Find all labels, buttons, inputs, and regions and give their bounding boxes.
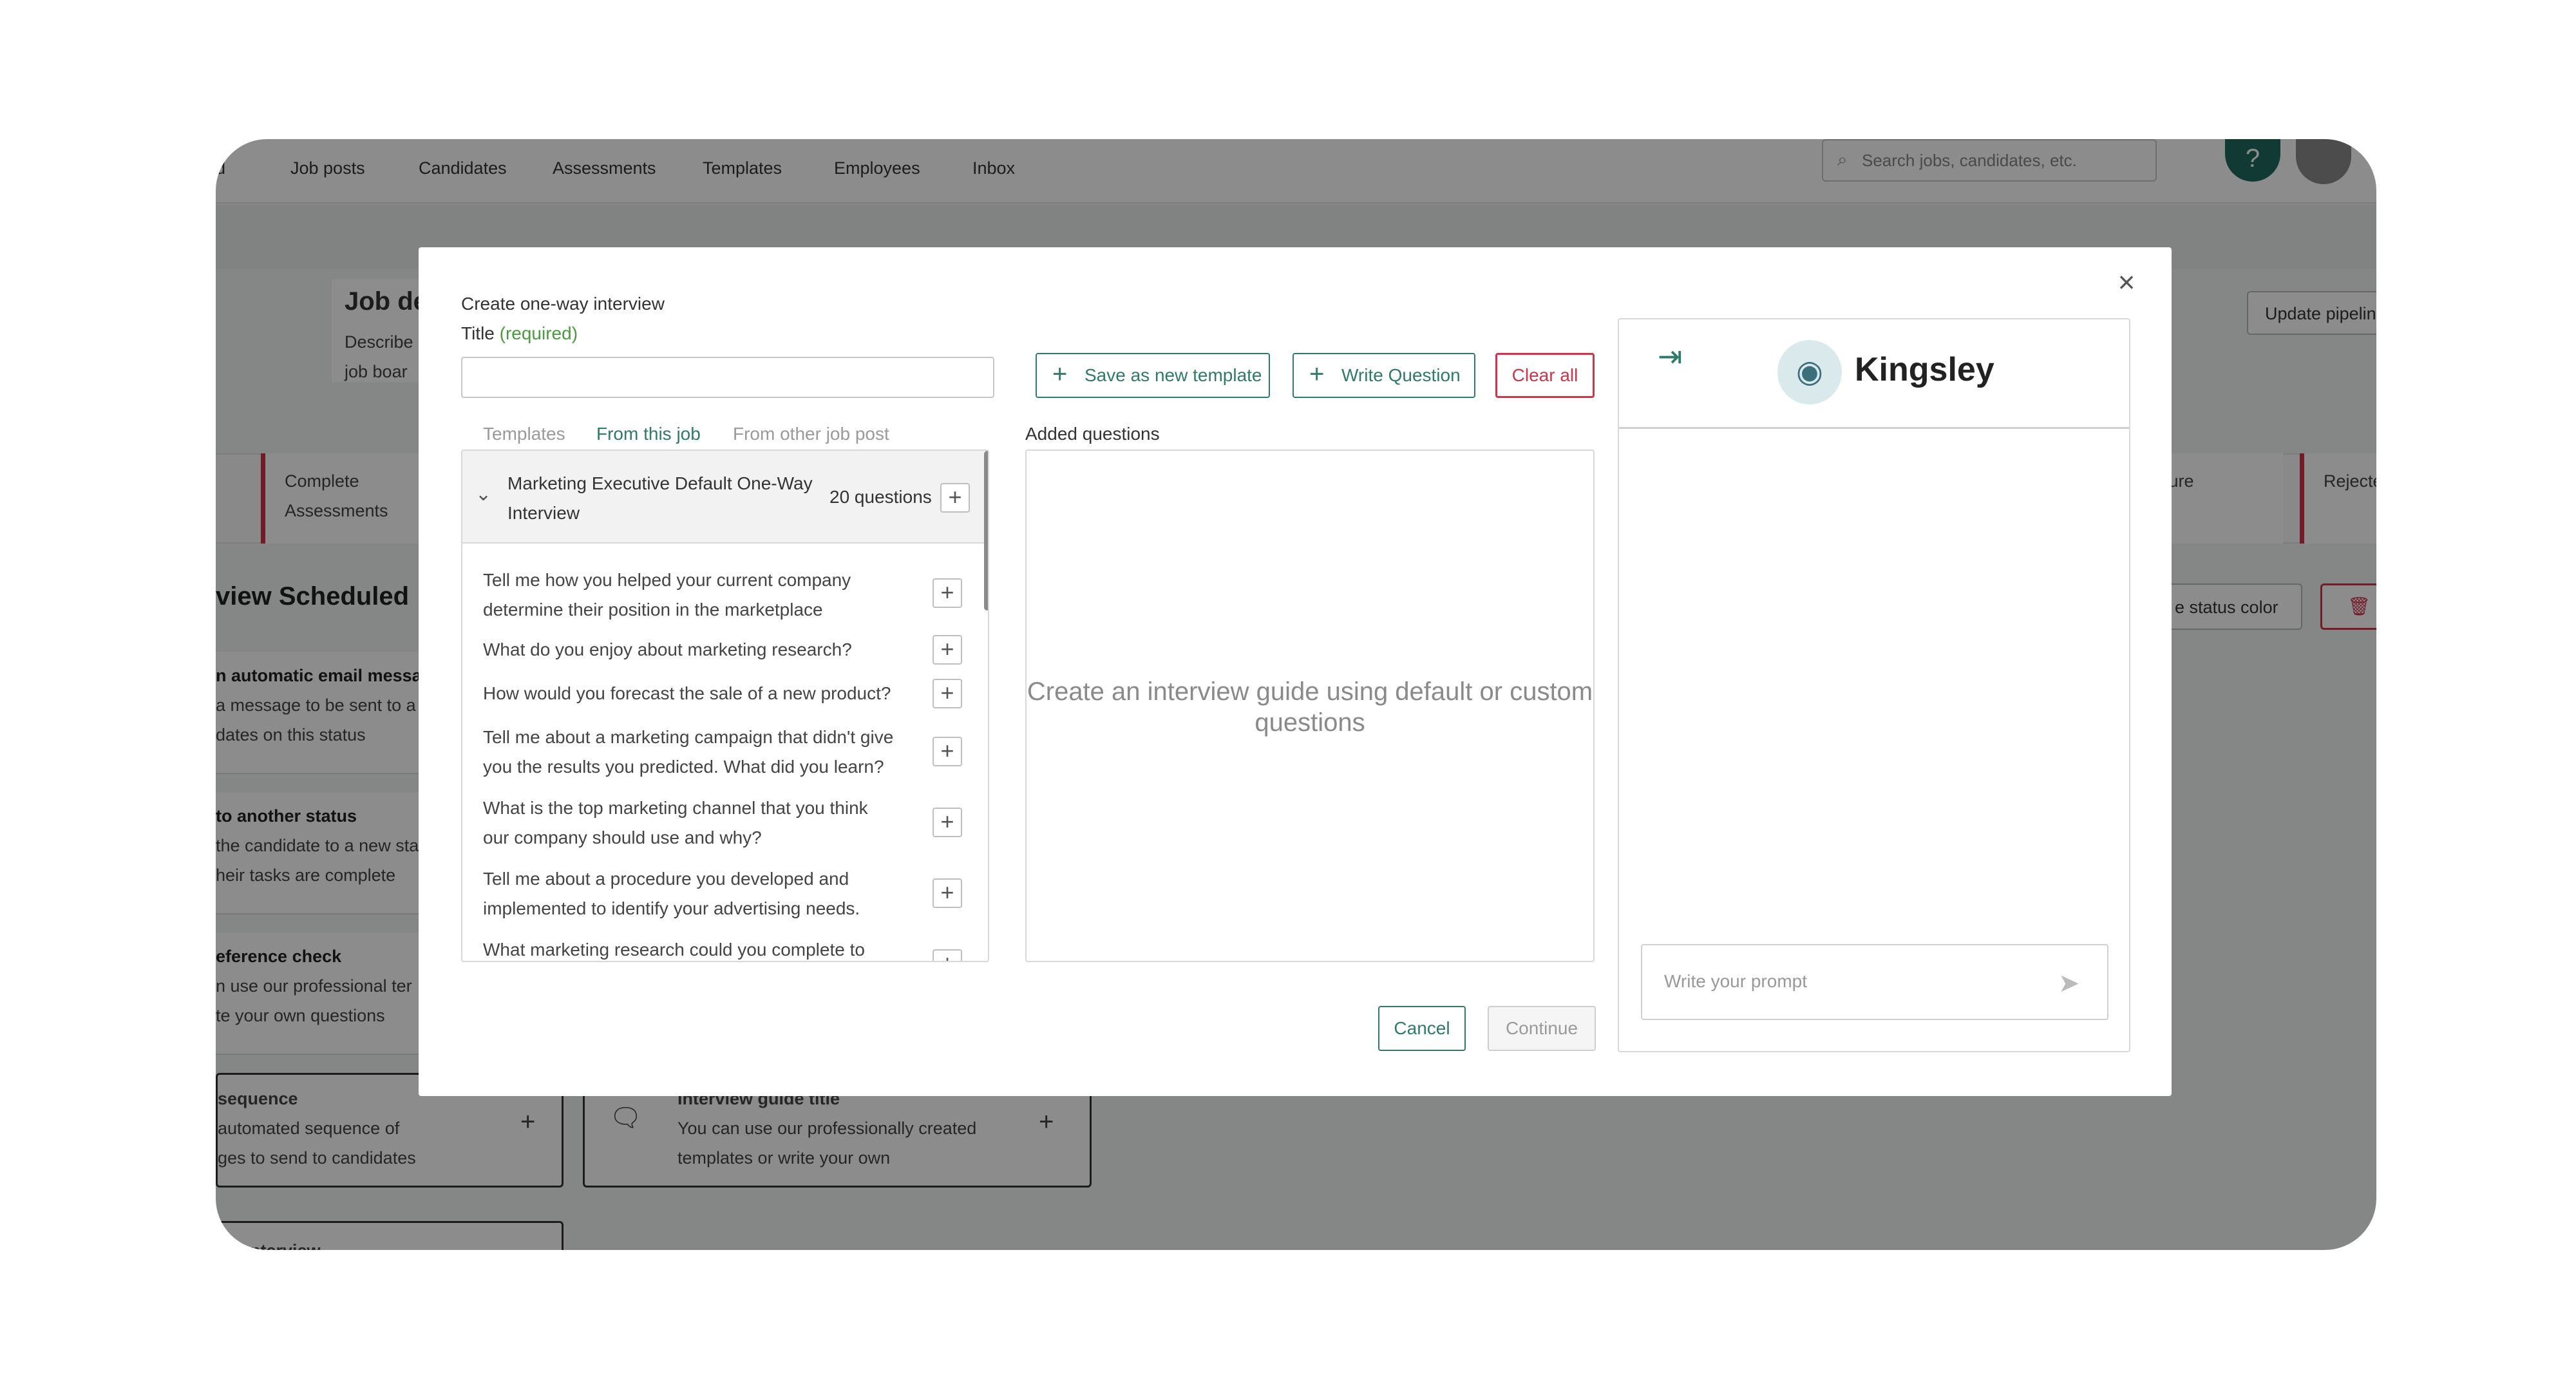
- question-item: Tell me about a marketing campaign that …: [483, 727, 894, 777]
- bot-avatar-icon: ◉: [1777, 340, 1842, 404]
- title-label-text: Title: [461, 323, 495, 343]
- scrollbar[interactable]: [984, 451, 988, 611]
- plus-icon: +: [1309, 360, 1325, 388]
- question-item: How would you forecast the sale of a new…: [483, 683, 891, 703]
- prompt-input[interactable]: Write your prompt ➤: [1641, 944, 2108, 1020]
- question-item: What marketing research could you comple…: [483, 940, 865, 960]
- tab-templates[interactable]: Templates: [483, 424, 565, 444]
- tab-from-other-job-post[interactable]: From other job post: [733, 424, 889, 444]
- cancel-button[interactable]: Cancel: [1378, 1006, 1466, 1051]
- button-label: Save as new template: [1084, 365, 1262, 385]
- question-group-title: Marketing Executive Default One-Way Inte…: [507, 473, 813, 523]
- modal-heading: Create one-way interview: [461, 294, 665, 314]
- button-label: Write Question: [1341, 365, 1461, 385]
- question-item: Tell me about a procedure you developed …: [483, 869, 860, 918]
- question-item: What do you enjoy about marketing resear…: [483, 639, 852, 659]
- add-question-button[interactable]: +: [933, 808, 962, 837]
- add-question-button[interactable]: +: [933, 737, 962, 766]
- question-group-header[interactable]: ⌄ Marketing Executive Default One-Way In…: [462, 451, 984, 544]
- collapse-panel-icon[interactable]: ⇥: [1658, 339, 1683, 374]
- empty-state-message: Create an interview guide using default …: [1027, 677, 1593, 737]
- assistant-name: Kingsley: [1855, 351, 1994, 388]
- add-question-button[interactable]: +: [933, 679, 962, 708]
- title-label: Title (required): [461, 323, 578, 344]
- added-questions-panel[interactable]: Create an interview guide using default …: [1025, 450, 1595, 962]
- tab-from-this-job[interactable]: From this job: [596, 424, 701, 444]
- clear-all-button[interactable]: Clear all: [1495, 353, 1595, 398]
- assistant-header: ⇥ ◉ Kingsley: [1619, 319, 2129, 429]
- close-icon[interactable]: ×: [2112, 267, 2141, 298]
- question-library-panel[interactable]: ⌄ Marketing Executive Default One-Way In…: [461, 450, 989, 962]
- assistant-panel: ⇥ ◉ Kingsley Write your prompt ➤: [1618, 318, 2130, 1052]
- prompt-placeholder: Write your prompt: [1664, 971, 1807, 991]
- add-question-button[interactable]: +: [933, 635, 962, 665]
- create-interview-modal: × Create one-way interview Title (requir…: [419, 247, 2172, 1096]
- question-count: 20 questions: [829, 487, 932, 507]
- write-question-button[interactable]: + Write Question: [1293, 353, 1475, 398]
- plus-icon: +: [1052, 360, 1068, 388]
- add-question-button[interactable]: +: [933, 949, 962, 961]
- question-item: What is the top marketing channel that y…: [483, 798, 868, 847]
- continue-button[interactable]: Continue: [1488, 1006, 1596, 1051]
- add-question-button[interactable]: +: [933, 878, 962, 908]
- added-questions-label: Added questions: [1025, 424, 1160, 444]
- question-item: Tell me how you helped your current comp…: [483, 570, 851, 620]
- send-icon[interactable]: ➤: [2058, 969, 2080, 998]
- add-question-button[interactable]: +: [933, 578, 962, 608]
- title-input[interactable]: [461, 357, 994, 398]
- add-all-questions-button[interactable]: +: [940, 483, 970, 513]
- chevron-down-icon[interactable]: ⌄: [475, 483, 491, 506]
- save-as-template-button[interactable]: + Save as new template: [1036, 353, 1270, 398]
- required-indicator: (required): [499, 323, 578, 343]
